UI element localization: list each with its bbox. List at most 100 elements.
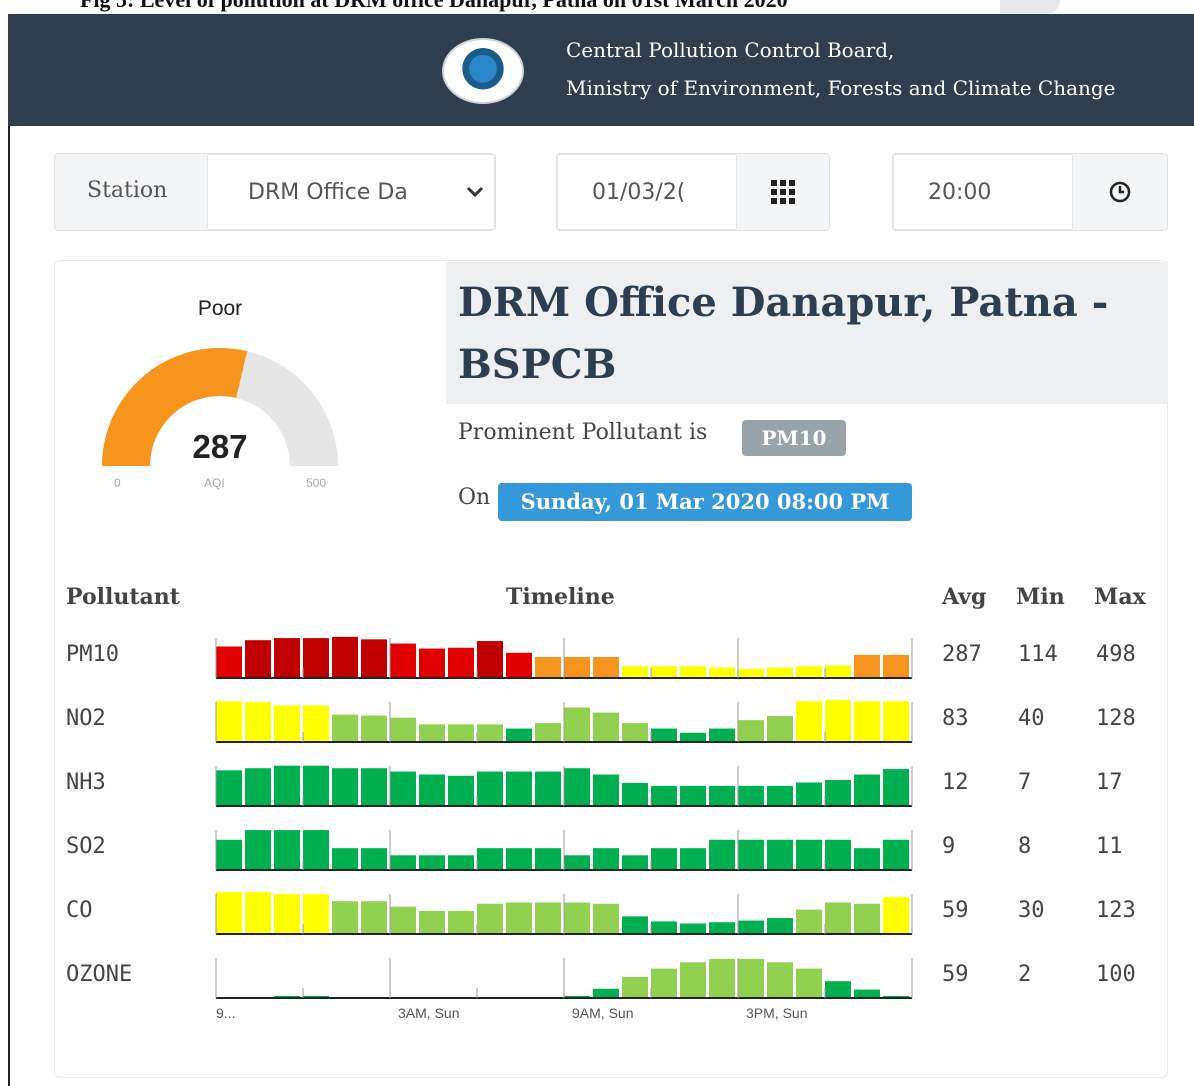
timeline-bar-ozone-16: [680, 962, 706, 998]
timeline-bar-so2-1: [245, 830, 271, 870]
timeline-bar-so2-17: [709, 839, 735, 870]
timeline-bar-co-4: [332, 901, 358, 934]
max-no2: 128: [1096, 706, 1136, 731]
timeline-bar-no2-4: [332, 714, 358, 742]
gauge-min-label: 0: [114, 476, 121, 490]
timeline-bar-nh3-12: [564, 768, 590, 806]
timeline-bar-no2-23: [883, 701, 909, 742]
date-input[interactable]: 01/03/2(: [557, 154, 737, 230]
station-title: DRM Office Danapur, Patna - BSPCB: [458, 279, 1109, 388]
timeline-bar-pm10-19: [767, 667, 793, 678]
timeline-bar-pm10-0: [216, 646, 242, 678]
timeline-bar-pm10-8: [448, 647, 474, 678]
timeline-bar-pm10-21: [825, 665, 851, 678]
timeline-bar-pm10-10: [506, 652, 532, 678]
timeline-bar-nh3-19: [767, 785, 793, 806]
timeline-bar-co-13: [593, 903, 619, 934]
pollutant-name-so2: SO2: [66, 834, 106, 859]
timeline-bar-no2-21: [825, 700, 851, 742]
timeline-bar-nh3-16: [680, 785, 706, 806]
timeline-bar-no2-8: [448, 724, 474, 742]
prominent-pollutant-text: Prominent Pollutant is: [458, 420, 708, 445]
station-dropdown[interactable]: DRM Office Da: [207, 154, 495, 230]
timeline-bar-so2-0: [216, 839, 242, 870]
avg-no2: 83: [942, 706, 969, 731]
chevron-down-icon[interactable]: [455, 154, 495, 230]
timeline-bar-co-5: [361, 901, 387, 934]
timeline-bar-no2-0: [216, 701, 242, 742]
timeline-bar-nh3-22: [854, 774, 880, 806]
avg-nh3: 12: [942, 770, 969, 795]
timeline-bar-nh3-5: [361, 768, 387, 806]
timeline-bar-so2-4: [332, 848, 358, 870]
timeline-bar-nh3-8: [448, 775, 474, 806]
timeline-bar-so2-19: [767, 839, 793, 870]
timeline-bar-ozone-21: [825, 981, 851, 998]
col-pollutant-header: Pollutant: [66, 584, 180, 610]
timeline-bar-ozone-14: [622, 977, 648, 998]
timeline-bar-no2-9: [477, 724, 503, 742]
gauge-max-label: 500: [306, 476, 327, 490]
gauge-value: 287: [192, 428, 248, 465]
timeline-bar-co-2: [274, 894, 300, 934]
pollutant-name-pm10: PM10: [66, 642, 119, 667]
timeline-bar-pm10-2: [274, 638, 300, 678]
max-ozone: 100: [1096, 962, 1136, 987]
max-nh3: 17: [1096, 770, 1123, 795]
timeline-bar-so2-6: [390, 855, 416, 870]
timeline-bar-nh3-2: [274, 765, 300, 806]
timeline-bar-nh3-23: [883, 769, 909, 806]
timeline-bar-co-1: [245, 892, 271, 934]
timeline-bar-co-18: [738, 920, 764, 934]
timeline-bar-nh3-9: [477, 771, 503, 806]
timeline-bar-no2-17: [709, 728, 735, 742]
timeline-bar-co-12: [564, 902, 590, 934]
prominent-pollutant-badge: PM10: [742, 420, 846, 456]
timeline-bar-nh3-18: [738, 785, 764, 806]
timeline-bar-no2-14: [622, 723, 648, 742]
timeline-bar-nh3-1: [245, 768, 271, 806]
timeline-bar-no2-5: [361, 715, 387, 742]
logo-emblem-icon: [460, 48, 506, 94]
org-name-line1: Central Pollution Control Board,: [566, 38, 895, 62]
cpcb-logo: [442, 38, 524, 104]
timeline-bar-so2-15: [651, 848, 677, 870]
calendar-grid-icon[interactable]: [737, 154, 829, 230]
timeline-bar-nh3-11: [535, 771, 561, 806]
timeline-bar-co-19: [767, 918, 793, 934]
x-tick-label-0: 9...: [216, 1005, 235, 1021]
date-picker: 01/03/2(: [556, 153, 830, 231]
col-avg-header: Avg: [942, 584, 987, 610]
x-tick-label-2: 9AM, Sun: [572, 1005, 633, 1021]
timeline-bar-no2-22: [854, 701, 880, 742]
timeline-bar-so2-5: [361, 848, 387, 870]
pollutant-name-ozone: OZONE: [66, 962, 133, 987]
timeline-bar-pm10-22: [854, 654, 880, 678]
timeline-bar-nh3-20: [796, 782, 822, 806]
timeline-bar-no2-16: [680, 732, 706, 742]
clock-icon[interactable]: [1073, 154, 1167, 230]
avg-so2: 9: [942, 834, 956, 859]
timeline-bar-nh3-6: [390, 771, 416, 806]
timeline-bar-nh3-10: [506, 771, 532, 806]
timeline-bar-no2-7: [419, 724, 445, 742]
timeline-bar-ozone-22: [854, 989, 880, 998]
timeline-bar-so2-21: [825, 839, 851, 870]
timeline-bar-pm10-20: [796, 666, 822, 678]
time-input[interactable]: 20:00: [893, 154, 1073, 230]
col-timeline-header: Timeline: [506, 584, 615, 610]
timeline-bar-no2-20: [796, 701, 822, 742]
timeline-bar-so2-22: [854, 848, 880, 870]
figure-caption-band: Fig 5: Level of pollution at DRM office …: [0, 0, 1194, 14]
timeline-bar-nh3-0: [216, 770, 242, 806]
timeline-bar-ozone-13: [593, 988, 619, 998]
gauge-category: Poor: [197, 297, 243, 320]
min-ozone: 2: [1018, 962, 1032, 987]
min-no2: 40: [1018, 706, 1045, 731]
pollutant-name-nh3: NH3: [66, 770, 106, 795]
timeline-bar-nh3-17: [709, 785, 735, 806]
timeline-bar-so2-3: [303, 830, 329, 870]
x-tick-label-3: 3PM, Sun: [746, 1005, 807, 1021]
pollutant-name-co: CO: [66, 898, 93, 923]
timeline-bar-nh3-4: [332, 768, 358, 806]
